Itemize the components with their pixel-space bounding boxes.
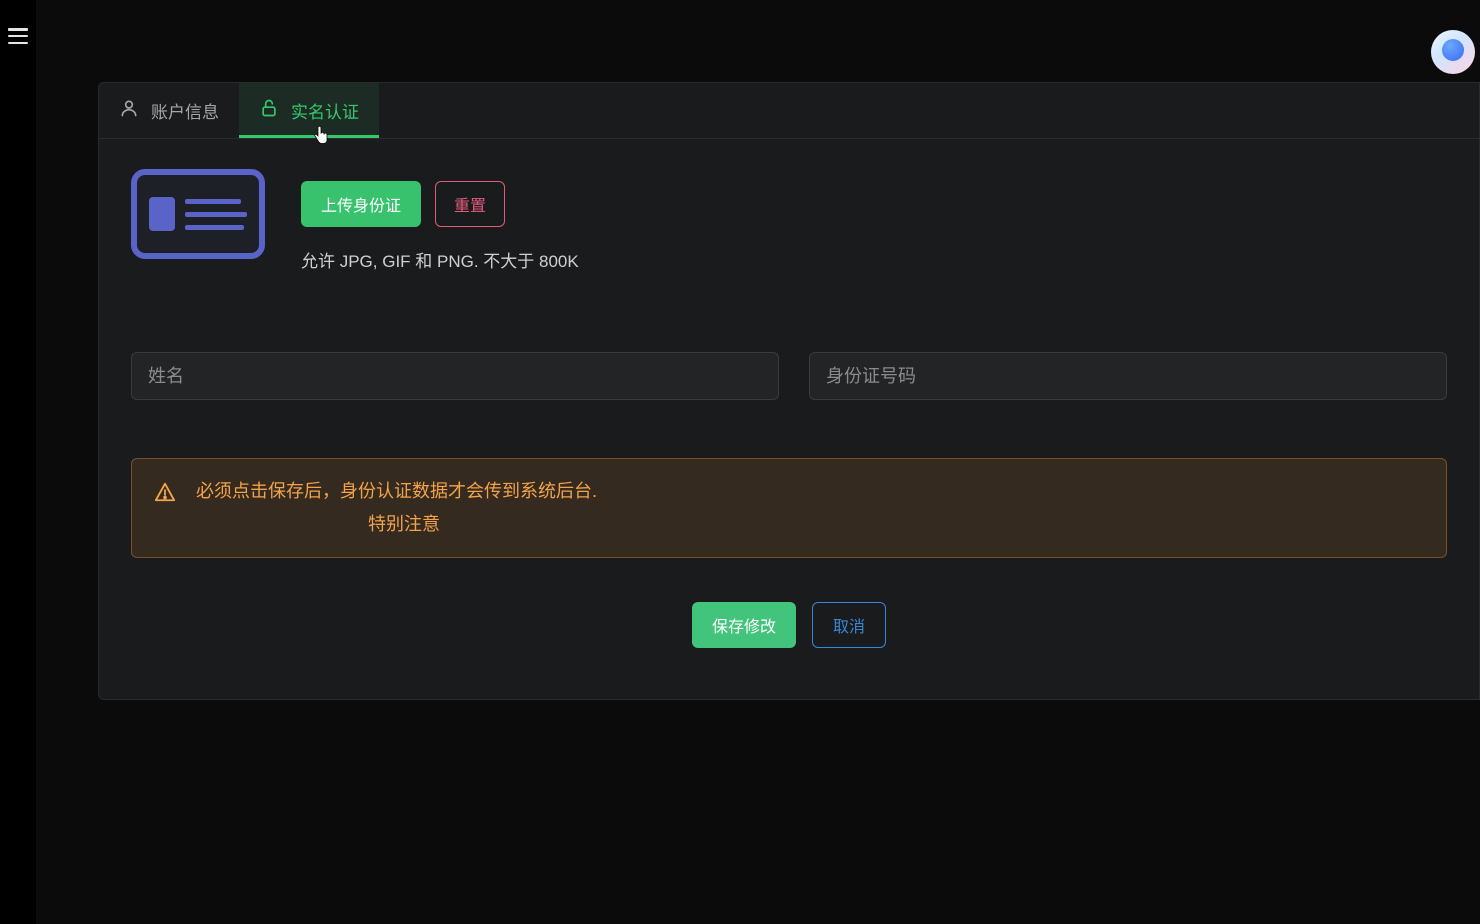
name-input[interactable] (131, 352, 779, 400)
menu-icon[interactable] (8, 28, 28, 44)
left-sidestrip (0, 0, 36, 924)
avatar-image (1442, 39, 1464, 61)
person-icon (119, 98, 139, 123)
tab-account-info[interactable]: 账户信息 (99, 83, 239, 138)
tab-account-info-label: 账户信息 (151, 98, 219, 123)
warning-icon (154, 479, 176, 508)
tab-realname-auth[interactable]: 实名认证 (239, 83, 379, 138)
card-body: 上传身份证 重置 允许 JPG, GIF 和 PNG. 不大于 800K 必须点… (99, 139, 1479, 676)
upload-controls: 上传身份证 重置 允许 JPG, GIF 和 PNG. 不大于 800K (301, 169, 579, 272)
reset-button[interactable]: 重置 (435, 181, 505, 227)
save-warning-alert: 必须点击保存后，身份认证数据才会传到系统后台. 特别注意 (131, 458, 1447, 558)
id-card-illustration-icon (131, 169, 265, 259)
upload-id-button[interactable]: 上传身份证 (301, 181, 421, 227)
tab-realname-auth-label: 实名认证 (291, 98, 359, 123)
tabs: 账户信息 实名认证 (99, 83, 1479, 139)
id-number-input[interactable] (809, 352, 1447, 400)
input-row (131, 352, 1447, 400)
avatar[interactable] (1431, 30, 1475, 74)
upload-section: 上传身份证 重置 允许 JPG, GIF 和 PNG. 不大于 800K (131, 169, 1447, 272)
upload-hint: 允许 JPG, GIF 和 PNG. 不大于 800K (301, 247, 579, 272)
alert-subnote: 特别注意 (196, 512, 597, 537)
save-button[interactable]: 保存修改 (692, 602, 796, 648)
cancel-button[interactable]: 取消 (812, 602, 886, 648)
settings-card: 账户信息 实名认证 上传身份证 重置 允许 JPG, GIF 和 PNG. 不大… (98, 82, 1480, 700)
lock-open-icon (259, 98, 279, 123)
alert-message: 必须点击保存后，身份认证数据才会传到系统后台. (196, 479, 597, 504)
footer-actions: 保存修改 取消 (131, 602, 1447, 648)
